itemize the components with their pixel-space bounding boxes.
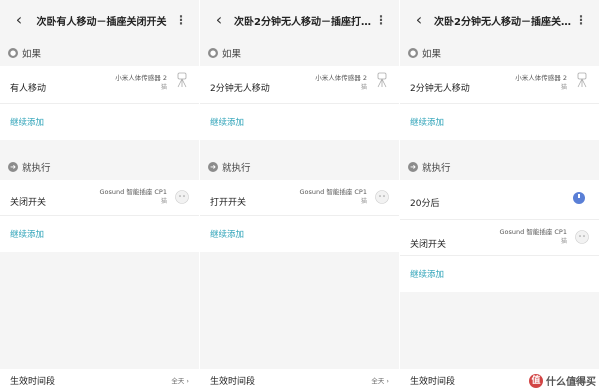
condition-row[interactable]: 有人移动 小米人体传感器 2 猫 — [0, 66, 199, 104]
device-room: 猫 — [360, 198, 367, 205]
delay-row[interactable]: 20分后 — [400, 180, 599, 220]
device-room: 猫 — [360, 84, 367, 91]
add-condition-button[interactable]: 继续添加 — [0, 104, 199, 140]
device-name: Gosund 智能插座 CP1 — [99, 188, 168, 196]
more-menu-icon[interactable]: ⋮ — [173, 14, 189, 26]
condition-icon: ● — [408, 48, 418, 58]
if-card: 2分钟无人移动 小米人体传感器 2 猫 继续添加 — [400, 66, 599, 140]
action-row[interactable]: 关闭开关 Gosund 智能插座 CP1 猫 — [0, 180, 199, 216]
then-card: 20分后 关闭开关 Gosund 智能插座 CP1 猫 继续添加 — [400, 180, 599, 292]
add-condition-button[interactable]: 继续添加 — [200, 104, 399, 140]
device-name: 小米人体传感器 2 — [115, 74, 167, 82]
scene-panel-2: ‹ 次卧2分钟无人移动－插座打… ⋮ ● 如果 2分钟无人移动 小米人体传感器 … — [200, 0, 399, 391]
clock-icon — [573, 192, 585, 204]
if-card: 2分钟无人移动 小米人体传感器 2 猫 继续添加 — [200, 66, 399, 140]
if-label: 如果 — [422, 49, 442, 60]
if-label: 如果 — [22, 49, 42, 60]
condition-icon: ● — [208, 48, 218, 58]
motion-sensor-icon — [377, 72, 387, 88]
action-label: 关闭开关 — [10, 198, 47, 208]
effective-period-row[interactable]: 生效时间段 全天 › — [200, 369, 399, 391]
action-icon: ➜ — [8, 162, 18, 172]
effective-period-label: 生效时间段 — [10, 376, 56, 387]
action-label: 关闭开关 — [410, 240, 447, 250]
back-icon[interactable]: ‹ — [8, 12, 30, 28]
if-label: 如果 — [222, 49, 242, 60]
then-card: 关闭开关 Gosund 智能插座 CP1 猫 继续添加 — [0, 180, 199, 252]
condition-label: 2分钟无人移动 — [210, 84, 270, 94]
more-menu-icon[interactable]: ⋮ — [573, 14, 589, 26]
if-section-header: ● 如果 — [0, 40, 199, 66]
more-menu-icon[interactable]: ⋮ — [373, 14, 389, 26]
effective-period-row[interactable]: 生效时间段 全天 › — [0, 369, 199, 391]
device-name: 小米人体传感器 2 — [315, 74, 367, 82]
header: ‹ 次卧2分钟无人移动－插座关… ⋮ — [400, 0, 599, 40]
condition-label: 有人移动 — [10, 84, 47, 94]
page-title: 次卧2分钟无人移动－插座打… — [234, 16, 371, 28]
smart-plug-icon — [575, 230, 589, 244]
device-room: 猫 — [560, 238, 567, 245]
action-row[interactable]: 打开开关 Gosund 智能插座 CP1 猫 — [200, 180, 399, 216]
motion-sensor-icon — [177, 72, 187, 88]
action-icon: ➜ — [208, 162, 218, 172]
then-card: 打开开关 Gosund 智能插座 CP1 猫 继续添加 — [200, 180, 399, 252]
back-icon[interactable]: ‹ — [208, 12, 230, 28]
then-label: 就执行 — [222, 163, 251, 174]
device-name: Gosund 智能插座 CP1 — [499, 228, 568, 236]
page-title: 次卧有人移动－插座关闭开关 — [36, 16, 167, 28]
then-label: 就执行 — [422, 163, 451, 174]
condition-icon: ● — [8, 48, 18, 58]
add-action-button[interactable]: 继续添加 — [200, 216, 399, 252]
condition-row[interactable]: 2分钟无人移动 小米人体传感器 2 猫 — [400, 66, 599, 104]
smart-plug-icon — [375, 190, 389, 204]
then-section-header: ➜ 就执行 — [200, 154, 399, 180]
action-icon: ➜ — [408, 162, 418, 172]
motion-sensor-icon — [577, 72, 587, 88]
device-room: 猫 — [560, 84, 567, 91]
watermark-text: 什么值得买 — [546, 377, 596, 388]
header: ‹ 次卧2分钟无人移动－插座打… ⋮ — [200, 0, 399, 40]
then-label: 就执行 — [22, 163, 51, 174]
device-name: 小米人体传感器 2 — [515, 74, 567, 82]
effective-period-label: 生效时间段 — [210, 376, 256, 387]
action-label: 打开开关 — [210, 198, 247, 208]
page-title: 次卧2分钟无人移动－插座关… — [434, 16, 571, 28]
action-row[interactable]: 关闭开关 Gosund 智能插座 CP1 猫 — [400, 220, 599, 256]
header: ‹ 次卧有人移动－插座关闭开关 ⋮ — [0, 0, 199, 40]
scene-panel-1: ‹ 次卧有人移动－插座关闭开关 ⋮ ● 如果 有人移动 小米人体传感器 2 猫 … — [0, 0, 199, 391]
device-room: 猫 — [160, 198, 167, 205]
back-icon[interactable]: ‹ — [408, 12, 430, 28]
watermark-logo-icon: 值 — [529, 373, 543, 388]
if-section-header: ● 如果 — [200, 40, 399, 66]
then-section-header: ➜ 就执行 — [0, 154, 199, 180]
add-condition-button[interactable]: 继续添加 — [400, 104, 599, 140]
watermark: 值 什么值得买 — [529, 373, 596, 388]
then-section-header: ➜ 就执行 — [400, 154, 599, 180]
scene-panel-3: ‹ 次卧2分钟无人移动－插座关… ⋮ ● 如果 2分钟无人移动 小米人体传感器 … — [400, 0, 599, 391]
device-room: 猫 — [160, 84, 167, 91]
effective-period-value: 全天 › — [371, 377, 389, 385]
delay-label: 20分后 — [410, 199, 440, 209]
smart-plug-icon — [175, 190, 189, 204]
effective-period-label: 生效时间段 — [410, 376, 456, 387]
effective-period-value: 全天 › — [171, 377, 189, 385]
add-action-button[interactable]: 继续添加 — [0, 216, 199, 252]
if-section-header: ● 如果 — [400, 40, 599, 66]
condition-label: 2分钟无人移动 — [410, 84, 470, 94]
condition-row[interactable]: 2分钟无人移动 小米人体传感器 2 猫 — [200, 66, 399, 104]
if-card: 有人移动 小米人体传感器 2 猫 继续添加 — [0, 66, 199, 140]
device-name: Gosund 智能插座 CP1 — [299, 188, 368, 196]
add-action-button[interactable]: 继续添加 — [400, 256, 599, 292]
